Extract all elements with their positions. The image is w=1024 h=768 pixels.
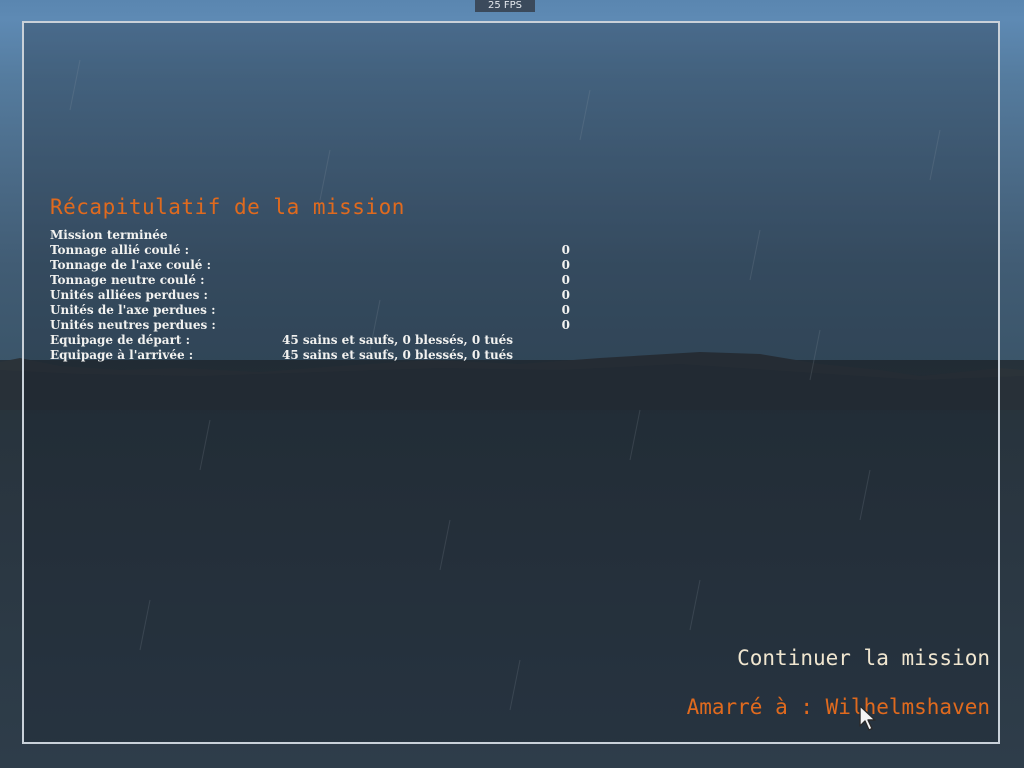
mission-stats: Mission terminée Tonnage allié coulé : 0… <box>50 228 572 363</box>
crew-start-row: Equipage de départ : 45 sains et saufs, … <box>50 333 572 348</box>
docked-at-port: Amarré à : Wilhelmshaven <box>686 695 990 719</box>
stat-value: 0 <box>561 318 570 332</box>
stat-label: Unités de l'axe perdues : <box>50 303 216 317</box>
fps-counter: 25 FPS <box>475 0 535 12</box>
stat-value: 0 <box>561 303 570 317</box>
stat-row-axis-tonnage: Tonnage de l'axe coulé : 0 <box>50 258 572 273</box>
stat-label: Tonnage neutre coulé : <box>50 273 205 287</box>
panel-title: Récapitulatif de la mission <box>50 195 405 219</box>
crew-end-value: 45 sains et saufs, 0 blessés, 0 tués <box>282 348 514 362</box>
mouse-pointer-icon <box>859 705 876 731</box>
stat-row-neutral-units: Unités neutres perdues : 0 <box>50 318 572 333</box>
mission-status-row: Mission terminée <box>50 228 572 243</box>
stat-label: Unités neutres perdues : <box>50 318 216 332</box>
stat-value: 0 <box>561 288 570 302</box>
stat-label: Tonnage de l'axe coulé : <box>50 258 211 272</box>
continue-mission-button[interactable]: Continuer la mission <box>737 646 990 670</box>
mission-status: Mission terminée <box>50 228 168 242</box>
crew-end-label: Equipage à l'arrivée : <box>50 348 194 362</box>
stat-value: 0 <box>561 258 570 272</box>
stat-row-axis-units: Unités de l'axe perdues : 0 <box>50 303 572 318</box>
crew-start-label: Equipage de départ : <box>50 333 191 347</box>
crew-end-row: Equipage à l'arrivée : 45 sains et saufs… <box>50 348 572 363</box>
stat-label: Tonnage allié coulé : <box>50 243 190 257</box>
mission-summary-panel <box>22 21 1000 744</box>
stat-value: 0 <box>561 243 570 257</box>
stat-row-neutral-tonnage: Tonnage neutre coulé : 0 <box>50 273 572 288</box>
stat-row-allied-tonnage: Tonnage allié coulé : 0 <box>50 243 572 258</box>
stat-label: Unités alliées perdues : <box>50 288 208 302</box>
stat-row-allied-units: Unités alliées perdues : 0 <box>50 288 572 303</box>
crew-start-value: 45 sains et saufs, 0 blessés, 0 tués <box>282 333 514 347</box>
stat-value: 0 <box>561 273 570 287</box>
